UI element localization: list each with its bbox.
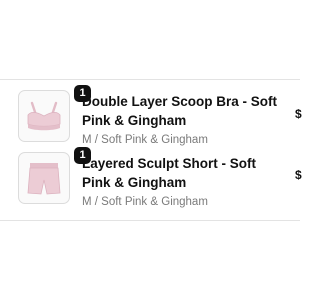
clipped-price: $: [295, 107, 302, 121]
line-item[interactable]: 1 Layered Sculpt Short - Soft Pink & Gin…: [0, 147, 300, 210]
sports-bra-icon: [27, 101, 61, 131]
product-title: Double Layer Scoop Bra - Soft Pink & Gin…: [82, 94, 278, 128]
line-items-list: 1 Double Layer Scoop Bra - Soft Pink & G…: [0, 79, 302, 221]
product-variant: M / Soft Pink & Gingham: [82, 134, 208, 146]
order-summary: 1 Double Layer Scoop Bra - Soft Pink & G…: [0, 0, 302, 300]
line-item-info: Double Layer Scoop Bra - Soft Pink & Gin…: [82, 92, 287, 148]
product-thumbnail[interactable]: 1: [18, 85, 91, 142]
line-item[interactable]: 1 Double Layer Scoop Bra - Soft Pink & G…: [0, 85, 300, 148]
product-title: Layered Sculpt Short - Soft Pink & Gingh…: [82, 156, 257, 190]
product-variant: M / Soft Pink & Gingham: [82, 196, 208, 208]
product-thumbnail[interactable]: 1: [18, 147, 91, 204]
clipped-price: $: [295, 168, 302, 182]
shorts-icon: [27, 163, 61, 195]
line-item-info: Layered Sculpt Short - Soft Pink & Gingh…: [82, 154, 287, 210]
